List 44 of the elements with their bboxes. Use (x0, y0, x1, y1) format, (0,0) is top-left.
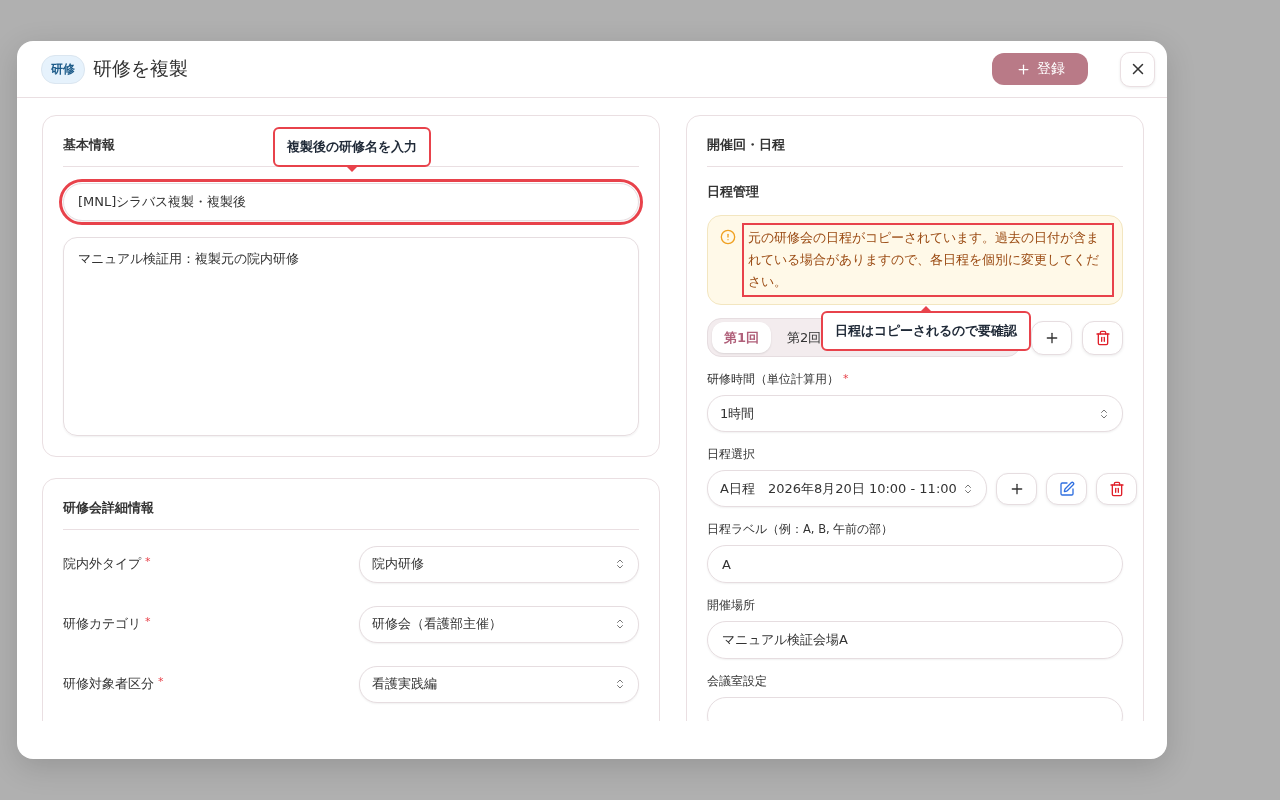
chevron-icon (962, 482, 974, 495)
select-field[interactable]: 看護実践編 (359, 665, 639, 703)
chevron-icon (614, 618, 626, 630)
delete-button[interactable] (1082, 320, 1123, 355)
callout-pointer (920, 306, 932, 312)
callout-pointer (346, 166, 358, 172)
required-mark: * (145, 555, 151, 568)
plus-icon (1015, 61, 1031, 77)
select-field[interactable]: 1時間 (707, 395, 1123, 432)
field-label: 日程選択 (707, 447, 755, 461)
field-label: 会議室設定 (707, 674, 767, 688)
select-field[interactable]: A日程 2026年8月20日 10:00 - 11:00 (707, 470, 987, 507)
warning-text: 元の研修会の日程がコピーされています。過去の日付が含まれている場合がありますので、各日程を個別に変更してください。 (742, 223, 1114, 297)
field-label: 研修カテゴリ (63, 616, 141, 631)
chevron-icon (614, 558, 626, 570)
field-label: 院内外タイプ (63, 556, 141, 571)
description-textarea[interactable]: マニュアル検証用：複製元の院内研修 (63, 237, 639, 436)
delete-button[interactable] (1096, 472, 1137, 505)
trash-icon (1094, 329, 1111, 346)
chevron-icon (614, 678, 626, 690)
add-button[interactable] (1031, 320, 1072, 355)
select-field[interactable]: 研修会（看護部主催） (359, 605, 639, 643)
field-label: 日程ラベル（例：A, B, 午前の部） (707, 522, 894, 536)
category-badge: 研修 (41, 54, 85, 84)
section-heading: 開催回・日程 (707, 137, 785, 152)
select-field[interactable]: 院内研修 (359, 545, 639, 583)
dialog-title: 研修を複製 (93, 56, 189, 81)
field-label: 開催場所 (707, 598, 755, 612)
subsection-heading: 日程管理 (707, 183, 760, 201)
add-button[interactable] (996, 472, 1037, 505)
required-mark: * (843, 372, 849, 385)
trash-icon (1108, 480, 1125, 497)
required-mark: * (145, 615, 151, 628)
close-button[interactable] (1120, 51, 1155, 87)
required-mark: * (158, 675, 164, 688)
field-label: 研修対象者区分 (63, 676, 154, 691)
section-heading: 研修会詳細情報 (63, 500, 154, 515)
alert-icon (720, 229, 736, 245)
edit-button[interactable] (1046, 472, 1087, 505)
section-heading: 基本情報 (63, 137, 115, 152)
edit-icon (1058, 480, 1075, 497)
field-label: 研修時間（単位計算用） (707, 372, 839, 386)
session-tab[interactable]: 第1回 (712, 322, 772, 353)
chevron-icon (1098, 407, 1110, 420)
